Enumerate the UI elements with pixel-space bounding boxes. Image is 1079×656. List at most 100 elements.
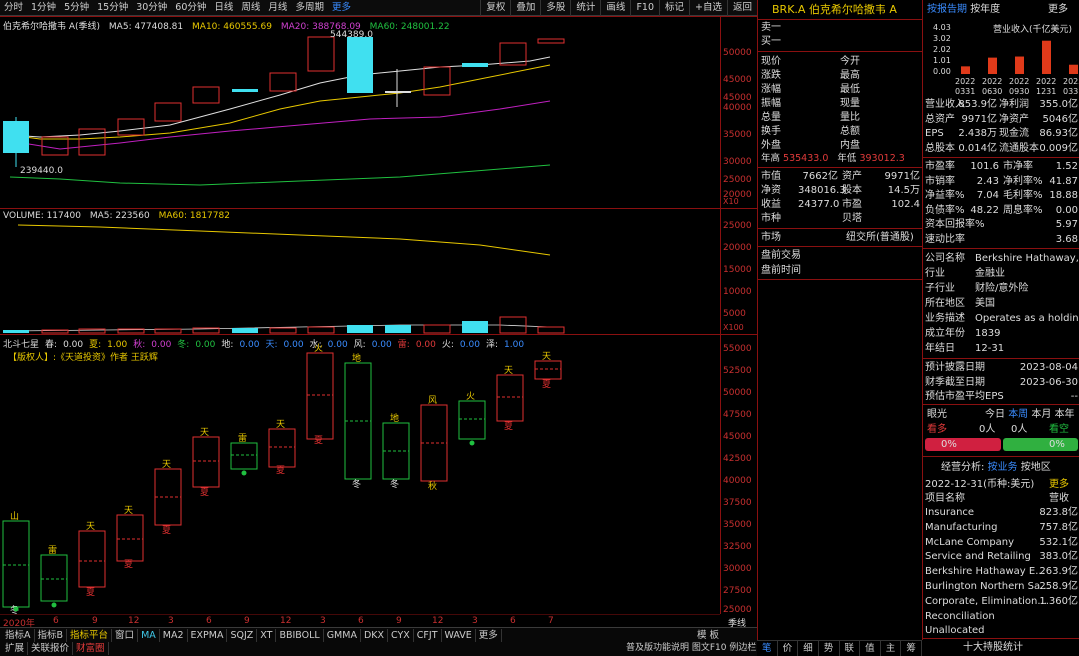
f10-button[interactable]: F10 <box>630 0 659 16</box>
period-tab[interactable]: 周线 <box>237 0 264 16</box>
svg-text:山: 山 <box>10 511 19 522</box>
tab-ma2[interactable]: MA2 <box>160 629 188 642</box>
tab-wealth-circle[interactable]: 财富圈 <box>73 642 109 655</box>
period-tab[interactable]: 分时 <box>0 0 27 16</box>
tab-related-quote[interactable]: 关联报价 <box>28 642 74 655</box>
tab-extend[interactable]: 扩展 <box>2 642 29 655</box>
biz-item[interactable]: Corporate, Elimination... <box>925 595 1047 608</box>
tab-indicator-a[interactable]: 指标A <box>2 629 35 642</box>
company-value: 12-31 <box>975 343 1005 354</box>
ratio-value: 18.88 <box>1049 190 1078 201</box>
detail-tab[interactable]: 值 <box>860 641 881 656</box>
field-label: 内盘 <box>840 140 860 151</box>
biz-item[interactable]: Berkshire Hathaway E... <box>925 565 1045 578</box>
bull-bar[interactable]: 0% <box>925 438 1001 451</box>
tab-indicator-b[interactable]: 指标B <box>35 629 68 642</box>
period-tab[interactable]: 1分钟 <box>27 0 60 16</box>
tab-window[interactable]: 窗口 <box>112 629 139 642</box>
svg-text:夏: 夏 <box>162 525 171 536</box>
ratio-label: 资本回报率% <box>925 219 985 230</box>
fin-label: 净资产 <box>999 113 1029 125</box>
tab-gmma[interactable]: GMMA <box>324 629 361 642</box>
tab-wave[interactable]: WAVE <box>442 629 476 642</box>
tab-sqjz[interactable]: SQJZ <box>227 629 258 642</box>
period-tab[interactable]: 15分钟 <box>93 0 132 16</box>
overlay-button[interactable]: 叠加 <box>510 0 540 16</box>
svg-text:夏: 夏 <box>86 587 95 598</box>
detail-tab[interactable]: 势 <box>819 641 840 656</box>
revenue-category: 0331 <box>955 87 975 96</box>
tab-annual[interactable]: 按年度 <box>970 4 1000 15</box>
period-tab[interactable]: 5分钟 <box>60 0 93 16</box>
biz-revenue: 532.1亿 <box>1039 536 1078 548</box>
stats-button[interactable]: 统计 <box>570 0 600 16</box>
scale-label: X10 <box>723 197 739 206</box>
detail-tab[interactable]: 笔 <box>757 641 778 656</box>
tab-dkx[interactable]: DKX <box>361 629 389 642</box>
biz-item[interactable]: Burlington Northern Sa... <box>925 580 1050 593</box>
tab-expma[interactable]: EXPMA <box>188 629 228 642</box>
indicator-boxes: 山冬 雷天夏 天夏 天夏 天夏 雷天夏 火夏 地冬 地冬 风秋 火天夏 天夏 <box>0 343 720 615</box>
price-chart-panel[interactable]: 伯克希尔哈撒韦 A(季线) MA5: 477408.81 MA10: 46055… <box>0 16 757 208</box>
ratio-label: 速动比率 <box>925 234 965 245</box>
tab-cfjt[interactable]: CFJT <box>414 629 442 642</box>
date-value: -- <box>1070 391 1078 402</box>
detail-tab[interactable]: 价 <box>778 641 799 656</box>
field-label: 涨幅 <box>761 84 781 95</box>
stat-label: 贝塔 <box>842 213 862 224</box>
detail-tab[interactable]: 联 <box>840 641 861 656</box>
svg-text:雷: 雷 <box>238 433 247 444</box>
field-label: 最低 <box>840 84 860 95</box>
tab-bbiboll[interactable]: BBIBOLL <box>276 629 324 642</box>
back-button[interactable]: 返回 <box>726 0 757 16</box>
draw-line-button[interactable]: 画线 <box>600 0 630 16</box>
detail-tab[interactable]: 主 <box>881 641 902 656</box>
detail-tab[interactable]: 细 <box>798 641 819 656</box>
tab-report-period[interactable]: 按报告期 <box>927 4 967 15</box>
period-tab[interactable]: 月线 <box>264 0 291 16</box>
y-tick: 50000 <box>723 48 752 58</box>
tab-xt[interactable]: XT <box>257 629 277 642</box>
fuquan-button[interactable]: 复权 <box>480 0 510 16</box>
period-tab[interactable]: 60分钟 <box>171 0 210 16</box>
biz-item[interactable]: Service and Retailing <box>925 550 1031 563</box>
period-tab[interactable]: 日线 <box>210 0 237 16</box>
multi-stock-button[interactable]: 多股 <box>540 0 570 16</box>
status-right[interactable]: 普及版功能说明 图文F10 例边栏 <box>626 642 756 655</box>
date-value: 2023-08-04 <box>1019 362 1078 373</box>
mark-button[interactable]: 标记 <box>659 0 689 16</box>
biz-item[interactable]: Unallocated <box>925 624 985 637</box>
biz-item[interactable]: McLane Company <box>925 536 1014 549</box>
tab-ma[interactable]: MA <box>138 629 160 642</box>
biz-item[interactable]: Insurance <box>925 506 974 519</box>
indicator-panel[interactable]: 北斗七星 春: 0.00 夏: 1.00 秋: 0.00 冬: 0.00 地: 0.00 天: 0.00… <box>0 334 757 615</box>
tab-cyx[interactable]: CYX <box>388 629 414 642</box>
candle-down <box>462 63 488 67</box>
detail-tab[interactable]: 筹 <box>901 641 922 656</box>
svg-text:夏: 夏 <box>200 487 209 498</box>
period-tab[interactable]: 多周期 <box>291 0 328 16</box>
revenue-bar <box>961 66 970 74</box>
top-holders-link[interactable]: 十大持股统计 <box>963 641 1023 654</box>
candle-down <box>232 89 258 92</box>
volume-panel[interactable]: VOLUME: 117400 MA5: 223560 MA60: 1817782… <box>0 208 757 334</box>
tab-more[interactable]: 更多 <box>476 629 502 642</box>
field-label: 总额 <box>840 126 860 137</box>
template-tab[interactable]: 模 <box>697 630 707 641</box>
candle-up <box>423 66 451 96</box>
fin-label: 总资产 <box>925 113 955 125</box>
period-tab[interactable]: 30分钟 <box>132 0 171 16</box>
tab-indicator-platform[interactable]: 指标平台 <box>67 629 113 642</box>
biz-more-link[interactable]: 更多 <box>1049 478 1069 491</box>
more-periods-button[interactable]: 更多 <box>328 0 355 16</box>
ratio-label: 毛利率% <box>1003 190 1043 201</box>
f10-more-link[interactable]: 更多 <box>1048 3 1068 16</box>
y-tick: 35000 <box>723 130 752 140</box>
biz-item[interactable]: Reconciliation <box>925 610 995 623</box>
bear-bar[interactable]: 0% <box>1003 438 1078 451</box>
biz-revenue: 823.8亿 <box>1039 507 1078 518</box>
biz-item[interactable]: Manufacturing <box>925 521 997 534</box>
svg-text:风: 风 <box>428 395 437 406</box>
company-value: 财险/意外险 <box>975 283 1029 294</box>
add-watchlist-button[interactable]: +自选 <box>689 0 727 16</box>
